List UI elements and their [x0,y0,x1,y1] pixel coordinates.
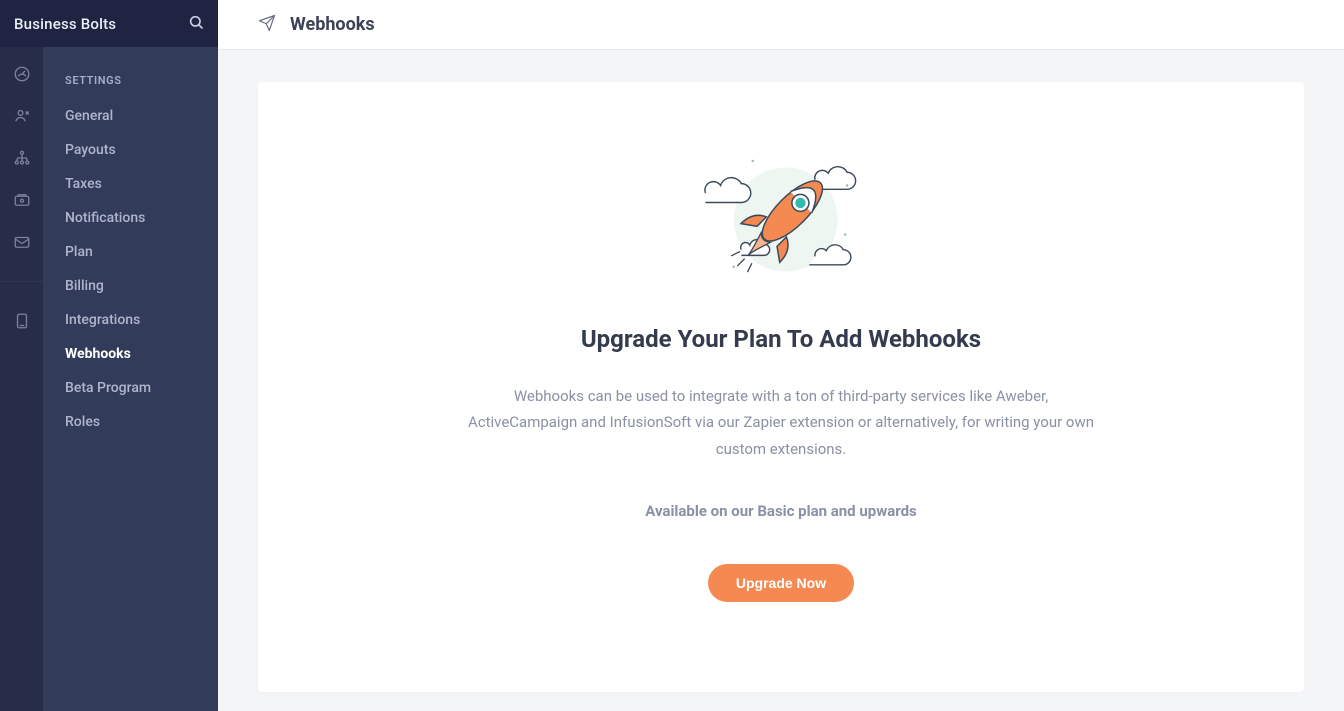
sidebar-item-label: Beta Program [65,380,151,396]
sidebar-item-label: Plan [65,244,93,260]
sidebar-item-label: Taxes [65,176,102,192]
upgrade-body: Webhooks can be used to integrate with a… [466,383,1096,462]
sidebar-item-label: Integrations [65,312,140,328]
sidebar-item-general[interactable]: General [43,99,218,133]
brandbar: Business Bolts [0,0,218,47]
upgrade-availability: Available on our Basic plan and upwards [645,502,917,520]
payments-icon[interactable] [13,191,31,209]
rail-divider [0,281,43,282]
mail-icon[interactable] [13,233,31,251]
sidebar-item-integrations[interactable]: Integrations [43,303,218,337]
sidebar-section-label: SETTINGS [43,50,218,99]
sidebar-item-label: General [65,108,113,124]
sidebar-item-notifications[interactable]: Notifications [43,201,218,235]
main: Webhooks [218,0,1344,711]
upgrade-button[interactable]: Upgrade Now [708,564,854,602]
sidebar-item-label: Roles [65,414,100,430]
upgrade-heading: Upgrade Your Plan To Add Webhooks [581,325,981,353]
sidebar-item-payouts[interactable]: Payouts [43,133,218,167]
network-icon[interactable] [13,149,31,167]
docs-icon[interactable] [13,312,31,330]
rocket-illustration [696,142,866,297]
page-title: Webhooks [290,14,375,35]
sidebar-item-plan[interactable]: Plan [43,235,218,269]
topbar: Webhooks [218,0,1344,50]
sidebar-item-webhooks[interactable]: Webhooks [43,337,218,371]
sidebar-item-taxes[interactable]: Taxes [43,167,218,201]
sidebar-item-roles[interactable]: Roles [43,405,218,439]
brand-name: Business Bolts [14,15,116,33]
paper-plane-icon [258,14,276,36]
affiliates-icon[interactable] [13,107,31,125]
dashboard-icon[interactable] [13,65,31,83]
sidebar-item-beta-program[interactable]: Beta Program [43,371,218,405]
upgrade-card: Upgrade Your Plan To Add Webhooks Webhoo… [258,82,1304,692]
sidebar-item-label: Payouts [65,142,116,158]
content: Upgrade Your Plan To Add Webhooks Webhoo… [218,50,1344,711]
sidebar: SETTINGS General Payouts Taxes Notificat… [43,0,218,711]
search-icon[interactable] [188,14,204,34]
sidebar-item-label: Billing [65,278,104,294]
sidebar-item-label: Webhooks [65,346,131,362]
icon-rail [0,0,43,711]
sidebar-item-label: Notifications [65,210,145,226]
sidebar-item-billing[interactable]: Billing [43,269,218,303]
